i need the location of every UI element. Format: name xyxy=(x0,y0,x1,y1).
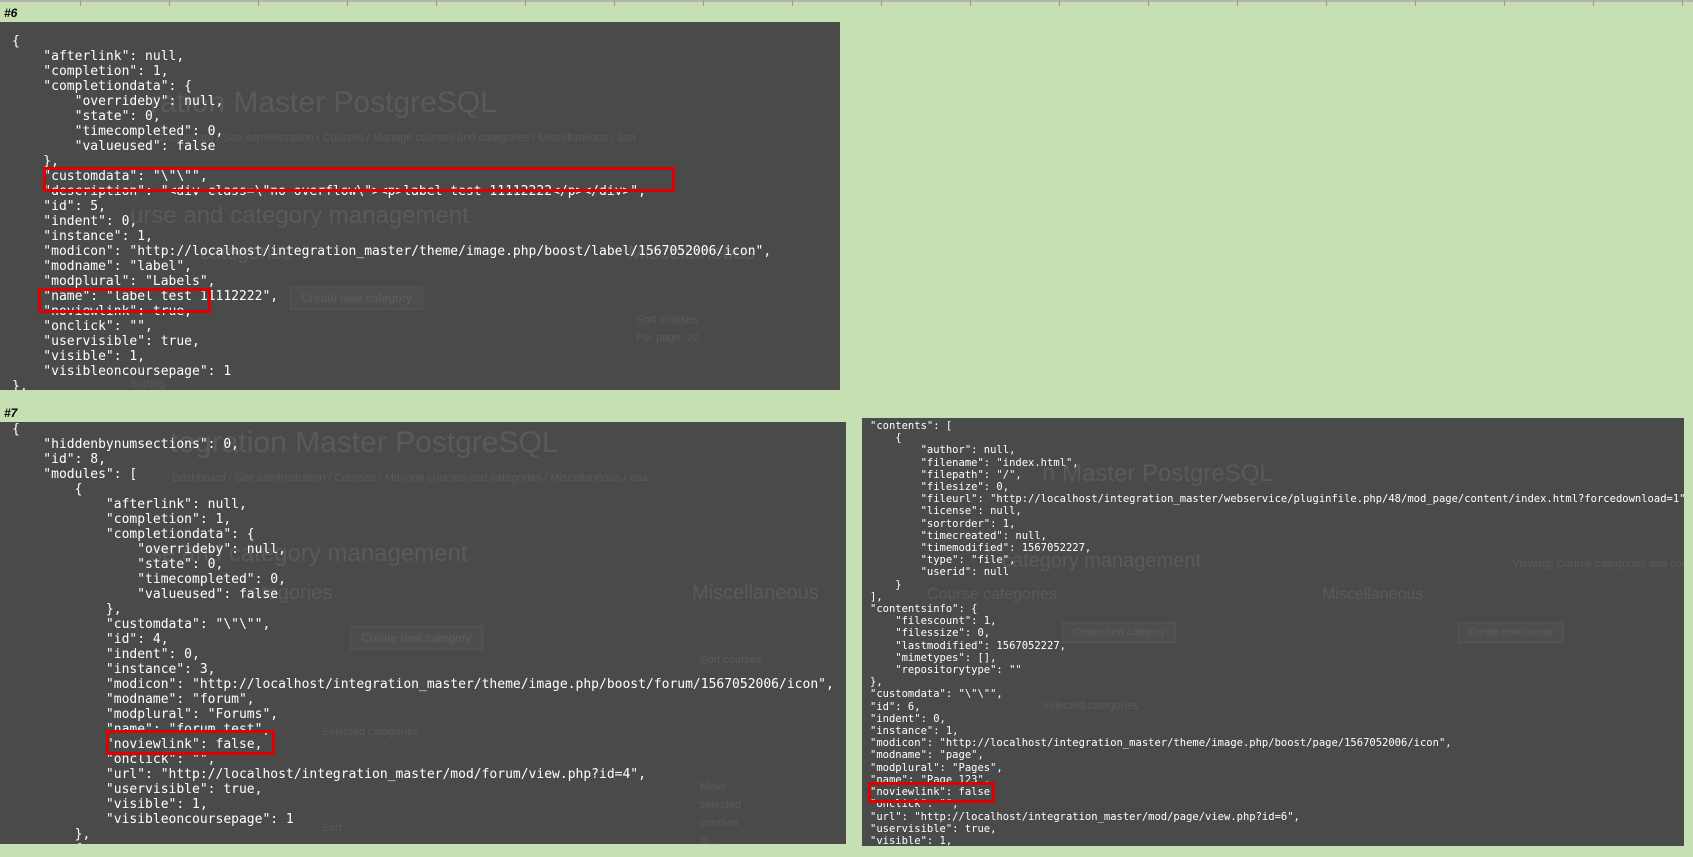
section-label-6: #6 xyxy=(4,6,18,20)
json-code-section-8: { "hiddenbynumsections": 0, "id": 8, "mo… xyxy=(12,422,834,844)
highlight-noviewlink-false xyxy=(106,730,275,755)
column-tick xyxy=(970,0,971,6)
highlight-noviewlink-true xyxy=(38,288,211,313)
column-tick xyxy=(1059,0,1060,6)
column-tick xyxy=(792,0,793,6)
column-tick xyxy=(1237,0,1238,6)
json-panel-module-6: ration Master PostgreSQL Dashboard / Sit… xyxy=(0,22,840,390)
column-tick xyxy=(1682,0,1683,6)
section-label-7: #7 xyxy=(4,406,18,420)
column-tick xyxy=(169,0,170,6)
highlight-noviewlink-false-page xyxy=(868,782,995,803)
column-tick xyxy=(1326,0,1327,6)
column-tick xyxy=(1148,0,1149,6)
column-tick xyxy=(525,0,526,6)
column-tick xyxy=(347,0,348,6)
column-tick xyxy=(436,0,437,6)
json-panel-section-8: tegration Master PostgreSQL Dashboard / … xyxy=(0,422,846,844)
column-tick xyxy=(258,0,259,6)
column-tick xyxy=(614,0,615,6)
json-code-module-6: { "afterlink": null, "completion": 1, "c… xyxy=(12,34,772,390)
json-panel-page-module: n Master PostgreSQL Viewing: Course cate… xyxy=(862,418,1684,846)
spreadsheet-grid-line xyxy=(0,0,1693,2)
column-tick xyxy=(703,0,704,6)
column-tick xyxy=(1593,0,1594,6)
highlight-description xyxy=(43,167,675,192)
column-tick xyxy=(1504,0,1505,6)
column-tick xyxy=(1415,0,1416,6)
column-tick xyxy=(80,0,81,6)
column-tick xyxy=(881,0,882,6)
